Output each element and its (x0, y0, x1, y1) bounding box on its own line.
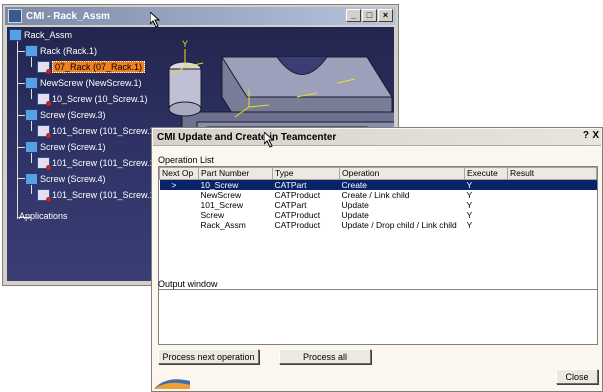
product-icon (25, 109, 38, 121)
mouse-cursor-icon (264, 132, 275, 148)
cell-operation: Update / Drop child / Link child (341, 220, 457, 230)
tree-node-screw-1[interactable]: Screw (Screw.1) (25, 141, 106, 153)
tree-node-screw-3[interactable]: Screw (Screw.3) (25, 109, 106, 121)
column-header-operation[interactable]: Operation (339, 167, 465, 180)
maximize-button[interactable]: □ (362, 9, 377, 22)
cell-operation: Create (339, 179, 465, 190)
close-button[interactable]: Close (556, 369, 598, 384)
tree-node-label: Screw (Screw.3) (40, 110, 106, 120)
process-next-operation-button[interactable]: Process next operation (158, 349, 259, 364)
minimize-button[interactable]: _ (346, 9, 361, 22)
axis-label: Y (182, 39, 189, 49)
tree-root[interactable]: Rack_Assm (9, 29, 72, 41)
tree-node-07-rack[interactable]: 07_Rack (07_Rack.1) (37, 61, 146, 74)
cell-execute: Y (464, 179, 508, 190)
catia-app-icon (8, 9, 22, 23)
tree-node-label: Applications (19, 211, 68, 221)
table-row[interactable]: Rack_Assm CATProduct Update / Drop child… (160, 220, 597, 230)
column-header-part-number[interactable]: Part Number (198, 167, 273, 180)
tree-node-label: 07_Rack (07_Rack.1) (52, 61, 146, 73)
tree-node-101-screw[interactable]: 101_Screw (101_Screw.1) (37, 189, 158, 202)
catia-titlebar[interactable]: CMI - Rack_Assm _ □ × (5, 7, 396, 25)
cell-next-op: > (159, 179, 199, 190)
tree-node-label: NewScrew (NewScrew.1) (40, 78, 142, 88)
teamcenter-dialog: CMI Update and Create in Teamcenter ? X … (151, 127, 603, 392)
tree-node-label: Screw (Screw.1) (40, 142, 106, 152)
cell-part-number: Screw (200, 210, 225, 220)
catia-window-title: CMI - Rack_Assm (26, 10, 110, 22)
table-row[interactable]: NewScrew CATProduct Create / Link child … (160, 190, 597, 200)
part-icon (37, 61, 51, 74)
part-icon (37, 125, 51, 138)
column-header-next-op[interactable]: Next Op (159, 167, 199, 180)
table-row[interactable]: 101_Screw CATPart Update Y (160, 200, 597, 210)
cell-part-number: 10_Screw (198, 179, 273, 190)
table-row[interactable]: > 10_Screw CATPart Create Y (159, 179, 597, 190)
cell-operation: Update (341, 210, 369, 220)
tree-node-label: Screw (Screw.4) (40, 174, 106, 184)
operation-table: Next Op Part Number Type Operation Execu… (159, 167, 597, 230)
cell-result (508, 210, 597, 220)
tree-node-101-screw[interactable]: 101_Screw (101_Screw.1) (37, 157, 158, 170)
dialog-titlebar[interactable]: CMI Update and Create in Teamcenter ? X (153, 129, 601, 146)
cell-operation: Create / Link child (341, 190, 410, 200)
product-icon (25, 45, 38, 57)
part-icon (37, 157, 51, 170)
cell-next-op (160, 190, 199, 200)
product-icon (9, 29, 22, 41)
tree-node-applications[interactable]: Applications (19, 211, 68, 221)
process-all-button[interactable]: Process all (279, 349, 371, 364)
cell-execute: Y (466, 220, 473, 230)
tree-node-rack[interactable]: Rack (Rack.1) (25, 45, 97, 57)
tree-node-label: 101_Screw (101_Screw.1) (52, 158, 158, 168)
tree-node-101-screw[interactable]: 101_Screw (101_Screw.1) (37, 125, 158, 138)
column-header-result[interactable]: Result (507, 167, 597, 180)
cell-part-number: NewScrew (200, 190, 242, 200)
tree-node-10-screw[interactable]: 10_Screw (10_Screw.1) (37, 93, 148, 106)
column-header-type[interactable]: Type (272, 167, 340, 180)
help-button[interactable]: ? (583, 130, 589, 141)
column-header-execute[interactable]: Execute (464, 167, 508, 180)
product-icon (25, 141, 38, 153)
cell-part-number: 101_Screw (200, 200, 244, 210)
operation-list[interactable]: Next Op Part Number Type Operation Execu… (158, 166, 598, 290)
cell-operation: Update (341, 200, 369, 210)
cell-type: CATPart (272, 179, 340, 190)
table-row[interactable]: Screw CATProduct Update Y (160, 210, 597, 220)
dialog-close-icon[interactable]: X (592, 130, 599, 141)
tree-node-label: 101_Screw (101_Screw.1) (52, 126, 158, 136)
product-icon (25, 77, 38, 89)
output-window-label: Output window (158, 279, 218, 289)
mouse-cursor-icon (150, 12, 161, 28)
product-icon (25, 173, 38, 185)
part-icon (37, 189, 51, 202)
cell-next-op (160, 220, 199, 230)
tree-node-label: Rack_Assm (24, 30, 73, 40)
cell-result (508, 220, 597, 230)
part-icon (37, 93, 51, 106)
cell-type: CATProduct (274, 190, 321, 200)
operation-list-label: Operation List (158, 155, 215, 165)
cell-type: CATProduct (274, 220, 321, 230)
tree-node-label: 10_Screw (10_Screw.1) (52, 94, 148, 104)
cell-execute: Y (466, 200, 473, 210)
tree-node-screw-4[interactable]: Screw (Screw.4) (25, 173, 106, 185)
cell-type: CATProduct (274, 210, 321, 220)
tree-node-label: 101_Screw (101_Screw.1) (52, 190, 158, 200)
cell-execute: Y (466, 210, 473, 220)
close-button[interactable]: × (378, 9, 393, 22)
tree-node-label: Rack (Rack.1) (40, 46, 98, 56)
cell-result (507, 179, 597, 190)
teamcenter-logo-icon (154, 379, 190, 389)
cell-execute: Y (466, 190, 473, 200)
cell-type: CATPart (274, 200, 307, 210)
dialog-title: CMI Update and Create in Teamcenter (157, 131, 337, 143)
cell-next-op (160, 210, 199, 220)
cell-part-number: Rack_Assm (200, 220, 246, 230)
tree-node-newscrew[interactable]: NewScrew (NewScrew.1) (25, 77, 142, 89)
cell-result (508, 190, 597, 200)
cell-result (508, 200, 597, 210)
output-window[interactable] (158, 289, 598, 345)
cell-next-op (160, 200, 199, 210)
